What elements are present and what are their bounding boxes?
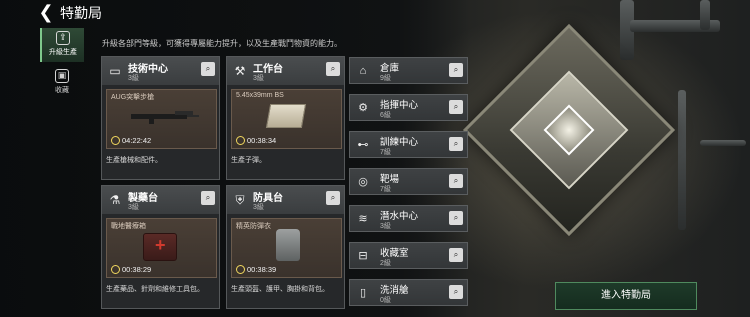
sidebar-tab-upgrade[interactable]: ⇪ 升級生產	[40, 28, 84, 62]
dive-icon: ≋	[358, 213, 368, 225]
search-icon[interactable]: ⌕	[201, 62, 215, 76]
facility-level: 0級	[380, 297, 391, 304]
facility-level: 3級	[128, 75, 139, 82]
clock-icon	[111, 265, 120, 274]
product-name: 戰地醫療箱	[111, 223, 146, 230]
back-arrow-icon[interactable]: ❮	[36, 1, 56, 23]
vest-image	[276, 229, 300, 261]
facility-level: 7級	[380, 149, 391, 156]
production-slot[interactable]: AUG突擊步槍 04:22:42	[106, 89, 217, 149]
enter-special-ops-button[interactable]: 進入特勤局	[555, 282, 697, 310]
search-icon[interactable]: ⌕	[449, 63, 463, 77]
facility-name: 收藏室	[380, 248, 409, 259]
sidebar-tab-collection[interactable]: ▣ 收藏	[40, 66, 84, 100]
page-description: 升級各部門等級，可獲得專屬能力提升，以及生產戰鬥物資的能力。	[102, 39, 342, 48]
target-icon: ◎	[358, 176, 368, 188]
product-name: AUG突擊步槍	[111, 94, 155, 101]
rifle-image	[131, 111, 199, 124]
facility-description: 生產子彈。	[231, 157, 266, 164]
flask-icon: ⚗	[109, 193, 121, 207]
search-icon[interactable]: ⌕	[449, 211, 463, 225]
search-icon[interactable]: ⌕	[326, 191, 340, 205]
medkit-image	[143, 233, 177, 261]
facility-name: 訓練中心	[380, 137, 419, 148]
page-title: 特勤局	[60, 5, 102, 21]
sidebar-tab-label: 升級生產	[49, 49, 77, 56]
production-slot[interactable]: 精英防彈衣 00:38:39	[231, 218, 342, 278]
search-icon[interactable]: ⌕	[449, 285, 463, 299]
clock-icon	[236, 136, 245, 145]
display-case-icon: ⊟	[358, 250, 368, 262]
production-slot[interactable]: 5.45x39mm BS 00:38:34	[231, 89, 342, 149]
production-timer: 00:38:29	[111, 265, 151, 274]
production-timer: 00:38:34	[236, 136, 276, 145]
facility-description: 生產藥品、針劑和維修工具包。	[106, 286, 204, 293]
production-timer: 04:22:42	[111, 136, 151, 145]
production-timer: 00:38:39	[236, 265, 276, 274]
armor-icon: ⛨	[235, 193, 245, 207]
facility-card-workbench[interactable]: ⚒ 工作台 3級 ⌕ 5.45x39mm BS 00:38:34 生產子彈。	[226, 56, 345, 180]
facility-row-training-center[interactable]: ⊷ 訓練中心 7級 ⌕	[349, 131, 468, 158]
collection-icon: ▣	[55, 69, 69, 83]
facility-row-command-center[interactable]: ⚙ 指揮中心 6級 ⌕	[349, 94, 468, 121]
facility-level: 2級	[380, 260, 391, 267]
clock-icon	[111, 136, 120, 145]
facility-cube-model[interactable]	[462, 23, 676, 237]
facility-row-collection-room[interactable]: ⊟ 收藏室 2級 ⌕	[349, 242, 468, 269]
gear-icon: ⚙	[358, 102, 368, 114]
dumbbell-icon: ⊷	[357, 139, 369, 151]
search-icon[interactable]: ⌕	[201, 191, 215, 205]
upgrade-icon: ⇪	[56, 31, 70, 45]
facility-description: 生產頭盔、護甲、胸掛和背包。	[231, 286, 329, 293]
search-icon[interactable]: ⌕	[449, 174, 463, 188]
facility-name: 指揮中心	[380, 100, 419, 111]
facility-row-dive-center[interactable]: ≋ 潛水中心 3級 ⌕	[349, 205, 468, 232]
facility-description: 生產槍械和配件。	[106, 157, 162, 164]
tools-icon: ⚒	[234, 64, 246, 78]
production-slot[interactable]: 戰地醫療箱 00:38:29	[106, 218, 217, 278]
product-name: 5.45x39mm BS	[236, 92, 284, 99]
facility-name: 潛水中心	[380, 211, 419, 222]
clock-icon	[236, 265, 245, 274]
search-icon[interactable]: ⌕	[326, 62, 340, 76]
facility-card-tech-center[interactable]: ▭ 技術中心 3級 ⌕ AUG突擊步槍 04:22:42 生產槍械和配件。	[101, 56, 220, 180]
facility-row-shooting-range[interactable]: ◎ 靶場 7級 ⌕	[349, 168, 468, 195]
search-icon[interactable]: ⌕	[449, 100, 463, 114]
facility-level: 3級	[253, 204, 264, 211]
facility-card-armor-bench[interactable]: ⛨ 防具台 3級 ⌕ 精英防彈衣 00:38:39 生產頭盔、護甲、胸掛和背包。	[226, 185, 345, 309]
facility-row-decon-chamber[interactable]: ▯ 洗消艙 0級 ⌕	[349, 279, 468, 306]
search-icon[interactable]: ⌕	[449, 248, 463, 262]
product-name: 精英防彈衣	[236, 223, 271, 230]
facility-level: 3級	[128, 204, 139, 211]
facility-level: 7級	[380, 186, 391, 193]
facility-name: 倉庫	[380, 63, 400, 74]
facility-level: 3級	[253, 75, 264, 82]
decon-icon: ▯	[359, 287, 367, 299]
storage-icon: ⌂	[359, 65, 367, 77]
facility-level: 9級	[380, 75, 391, 82]
computer-icon: ▭	[109, 64, 121, 78]
top-bar: ❮ 特勤局	[0, 0, 750, 26]
facility-name: 靶場	[380, 174, 400, 185]
facility-level: 3級	[380, 223, 391, 230]
facility-card-pharmacy[interactable]: ⚗ 製藥台 3級 ⌕ 戰地醫療箱 00:38:29 生產藥品、針劑和維修工具包。	[101, 185, 220, 309]
facility-name: 洗消艙	[380, 285, 409, 296]
facility-level: 6級	[380, 112, 391, 119]
ammo-box-image	[265, 104, 307, 128]
facility-row-storage[interactable]: ⌂ 倉庫 9級 ⌕	[349, 57, 468, 84]
search-icon[interactable]: ⌕	[449, 137, 463, 151]
sidebar-tab-label: 收藏	[55, 87, 69, 94]
